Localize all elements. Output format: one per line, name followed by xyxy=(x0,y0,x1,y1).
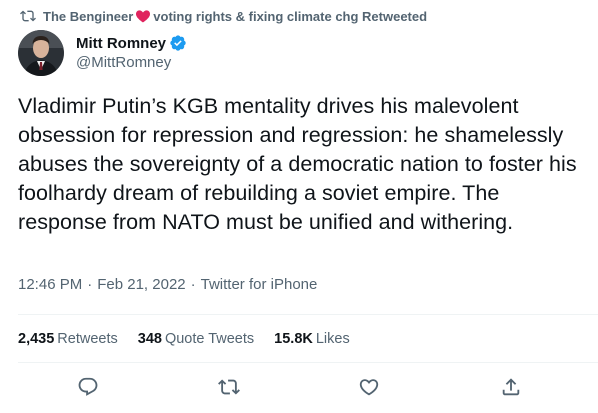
retweets-stat[interactable]: 2,435 Retweets xyxy=(18,331,118,347)
tweet-actions xyxy=(0,376,598,404)
verified-badge-icon xyxy=(170,35,186,51)
retweeter-bio-suffix: voting rights & fixing climate chg Retwe… xyxy=(153,8,428,24)
avatar[interactable] xyxy=(18,30,64,76)
author-handle[interactable]: @MittRomney xyxy=(76,53,187,73)
tweet-meta: 12:46 PM · Feb 21, 2022 · Twitter for iP… xyxy=(18,276,317,293)
retweets-count: 2,435 xyxy=(18,331,55,347)
tweet-author[interactable]: Mitt Romney @MittRomney xyxy=(18,30,187,76)
share-button[interactable] xyxy=(500,376,522,398)
divider xyxy=(18,362,598,363)
likes-label: Likes xyxy=(315,331,350,347)
quote-tweets-stat[interactable]: 348 Quote Tweets xyxy=(138,331,254,347)
retweet-button[interactable] xyxy=(218,376,240,398)
author-display-name[interactable]: Mitt Romney xyxy=(76,35,166,52)
tweet-source[interactable]: Twitter for iPhone xyxy=(201,276,318,293)
reply-icon xyxy=(78,377,98,396)
like-button[interactable] xyxy=(358,376,380,398)
avatar-image xyxy=(18,30,64,76)
tweet-date[interactable]: Feb 21, 2022 xyxy=(97,276,185,293)
heart-icon xyxy=(136,10,151,23)
share-icon xyxy=(502,378,520,396)
retweet-icon xyxy=(20,10,36,22)
tweet-text: Vladimir Putin’s KGB mentality drives hi… xyxy=(18,94,577,234)
quote-tweets-count: 348 xyxy=(137,331,162,347)
meta-separator: · xyxy=(190,276,196,293)
quote-tweets-label: Quote Tweets xyxy=(164,331,255,347)
tweet-time[interactable]: 12:46 PM xyxy=(18,276,82,293)
divider xyxy=(18,314,598,315)
retweeter-name[interactable]: The Bengineer xyxy=(43,9,133,24)
likes-stat[interactable]: 15.8K Likes xyxy=(274,331,350,347)
tweet-stats: 2,435 Retweets 348 Quote Tweets 15.8K Likes xyxy=(18,331,370,347)
retweet-icon xyxy=(218,379,240,395)
retweet-banner[interactable]: The Bengineer voting rights & fixing cli… xyxy=(20,7,427,25)
likes-count: 15.8K xyxy=(274,331,313,347)
like-icon xyxy=(359,379,379,396)
reply-button[interactable] xyxy=(77,376,99,398)
retweets-label: Retweets xyxy=(57,331,118,347)
meta-separator: · xyxy=(87,276,93,293)
